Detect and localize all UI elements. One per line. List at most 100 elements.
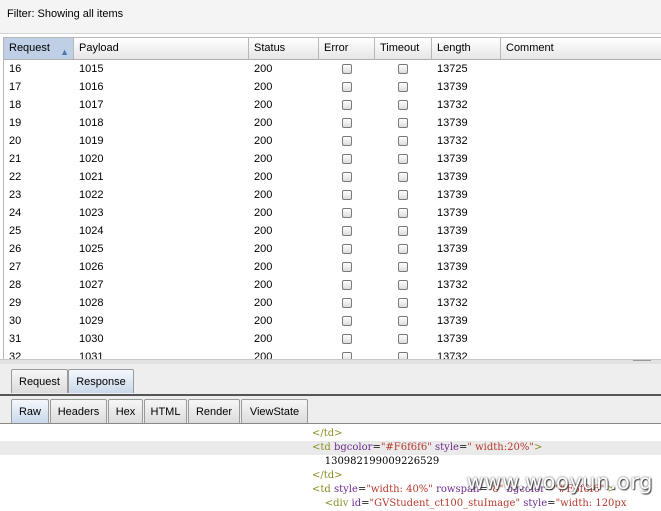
payload-cell: 1018 — [79, 117, 104, 129]
filter-bar[interactable]: Filter: Showing all items — [0, 0, 661, 34]
payload-cell: 1025 — [79, 243, 104, 255]
timeout-checkbox[interactable] — [398, 64, 408, 74]
error-checkbox[interactable] — [342, 316, 352, 326]
column-header-error[interactable]: Error — [319, 38, 375, 59]
table-row[interactable]: 22 1021 200 13739 — [4, 168, 661, 186]
status-cell: 200 — [254, 261, 273, 273]
error-checkbox[interactable] — [342, 64, 352, 74]
table-row[interactable]: 20 1019 200 13732 — [4, 132, 661, 150]
comment-cell — [501, 204, 661, 222]
timeout-checkbox[interactable] — [398, 226, 408, 236]
tab-request[interactable]: Request — [11, 369, 68, 393]
error-checkbox[interactable] — [342, 262, 352, 272]
error-checkbox[interactable] — [342, 118, 352, 128]
payload-cell: 1015 — [79, 63, 104, 75]
length-cell: 13732 — [437, 99, 468, 111]
error-checkbox[interactable] — [342, 190, 352, 200]
tab-raw[interactable]: Raw — [11, 399, 49, 423]
table-row[interactable]: 30 1029 200 13739 — [4, 312, 661, 330]
table-row[interactable]: 16 1015 200 13725 — [4, 60, 661, 78]
error-checkbox[interactable] — [342, 154, 352, 164]
tab-html[interactable]: HTML — [144, 399, 187, 423]
column-header-status[interactable]: Status — [249, 38, 319, 59]
table-row[interactable]: 17 1016 200 13739 — [4, 78, 661, 96]
timeout-checkbox[interactable] — [398, 190, 408, 200]
error-checkbox[interactable] — [342, 226, 352, 236]
comment-cell — [501, 132, 661, 150]
timeout-checkbox[interactable] — [398, 118, 408, 128]
error-checkbox[interactable] — [342, 82, 352, 92]
status-cell: 200 — [254, 297, 273, 309]
payload-cell: 1026 — [79, 261, 104, 273]
length-cell: 13739 — [437, 333, 468, 345]
error-checkbox[interactable] — [342, 208, 352, 218]
table-row[interactable]: 25 1024 200 13739 — [4, 222, 661, 240]
status-cell: 200 — [254, 333, 273, 345]
status-cell: 200 — [254, 117, 273, 129]
error-checkbox[interactable] — [342, 100, 352, 110]
request-cell: 28 — [9, 279, 22, 291]
column-header-length[interactable]: Length — [432, 38, 501, 59]
timeout-checkbox[interactable] — [398, 100, 408, 110]
length-cell: 13739 — [437, 189, 468, 201]
error-checkbox[interactable] — [342, 244, 352, 254]
tab-response[interactable]: Response — [68, 369, 134, 393]
payload-cell: 1024 — [79, 225, 104, 237]
error-checkbox[interactable] — [342, 136, 352, 146]
table-row[interactable]: 23 1022 200 13739 — [4, 186, 661, 204]
timeout-checkbox[interactable] — [398, 82, 408, 92]
timeout-checkbox[interactable] — [398, 172, 408, 182]
column-header-comment[interactable]: Comment — [501, 38, 661, 59]
payload-cell: 1023 — [79, 207, 104, 219]
request-cell: 31 — [9, 333, 22, 345]
length-cell: 13732 — [437, 297, 468, 309]
tab-render[interactable]: Render — [188, 399, 240, 423]
timeout-checkbox[interactable] — [398, 208, 408, 218]
comment-cell — [501, 294, 661, 312]
error-checkbox[interactable] — [342, 298, 352, 308]
status-cell: 200 — [254, 225, 273, 237]
table-row[interactable]: 26 1025 200 13739 — [4, 240, 661, 258]
table-row[interactable]: 27 1026 200 13739 — [4, 258, 661, 276]
table-row[interactable]: 24 1023 200 13739 — [4, 204, 661, 222]
request-cell: 20 — [9, 135, 22, 147]
timeout-checkbox[interactable] — [398, 298, 408, 308]
error-checkbox[interactable] — [342, 334, 352, 344]
timeout-checkbox[interactable] — [398, 262, 408, 272]
response-body-viewer[interactable]: </td> <td bgcolor="#F6f6f6" style=" width… — [0, 424, 661, 511]
comment-cell — [501, 312, 661, 330]
length-cell: 13739 — [437, 117, 468, 129]
tab-viewstate[interactable]: ViewState — [241, 399, 308, 423]
table-row[interactable]: 29 1028 200 13732 — [4, 294, 661, 312]
timeout-checkbox[interactable] — [398, 280, 408, 290]
status-cell: 200 — [254, 315, 273, 327]
timeout-checkbox[interactable] — [398, 154, 408, 164]
table-row[interactable]: 21 1020 200 13739 — [4, 150, 661, 168]
comment-cell — [501, 330, 661, 348]
filter-label[interactable]: Filter: Showing all items — [7, 8, 123, 20]
timeout-checkbox[interactable] — [398, 334, 408, 344]
table-row[interactable]: 19 1018 200 13739 — [4, 114, 661, 132]
timeout-checkbox[interactable] — [398, 136, 408, 146]
table-row[interactable]: 31 1030 200 13739 — [4, 330, 661, 348]
error-checkbox[interactable] — [342, 172, 352, 182]
length-cell: 13739 — [437, 153, 468, 165]
timeout-checkbox[interactable] — [398, 316, 408, 326]
length-cell: 13732 — [437, 279, 468, 291]
tab-headers[interactable]: Headers — [50, 399, 107, 423]
tab-hex[interactable]: Hex — [108, 399, 143, 423]
error-checkbox[interactable] — [342, 280, 352, 290]
table-row[interactable]: 28 1027 200 13732 — [4, 276, 661, 294]
column-header-payload[interactable]: Payload — [74, 38, 249, 59]
table-row[interactable]: 18 1017 200 13732 — [4, 96, 661, 114]
code-line: 130982199009226529 — [312, 456, 440, 467]
status-cell: 200 — [254, 153, 273, 165]
request-cell: 30 — [9, 315, 22, 327]
column-header-request[interactable]: Request ▲ — [4, 38, 74, 59]
request-cell: 26 — [9, 243, 22, 255]
timeout-checkbox[interactable] — [398, 244, 408, 254]
status-cell: 200 — [254, 207, 273, 219]
payload-cell: 1019 — [79, 135, 104, 147]
payload-cell: 1017 — [79, 99, 104, 111]
column-header-timeout[interactable]: Timeout — [375, 38, 432, 59]
